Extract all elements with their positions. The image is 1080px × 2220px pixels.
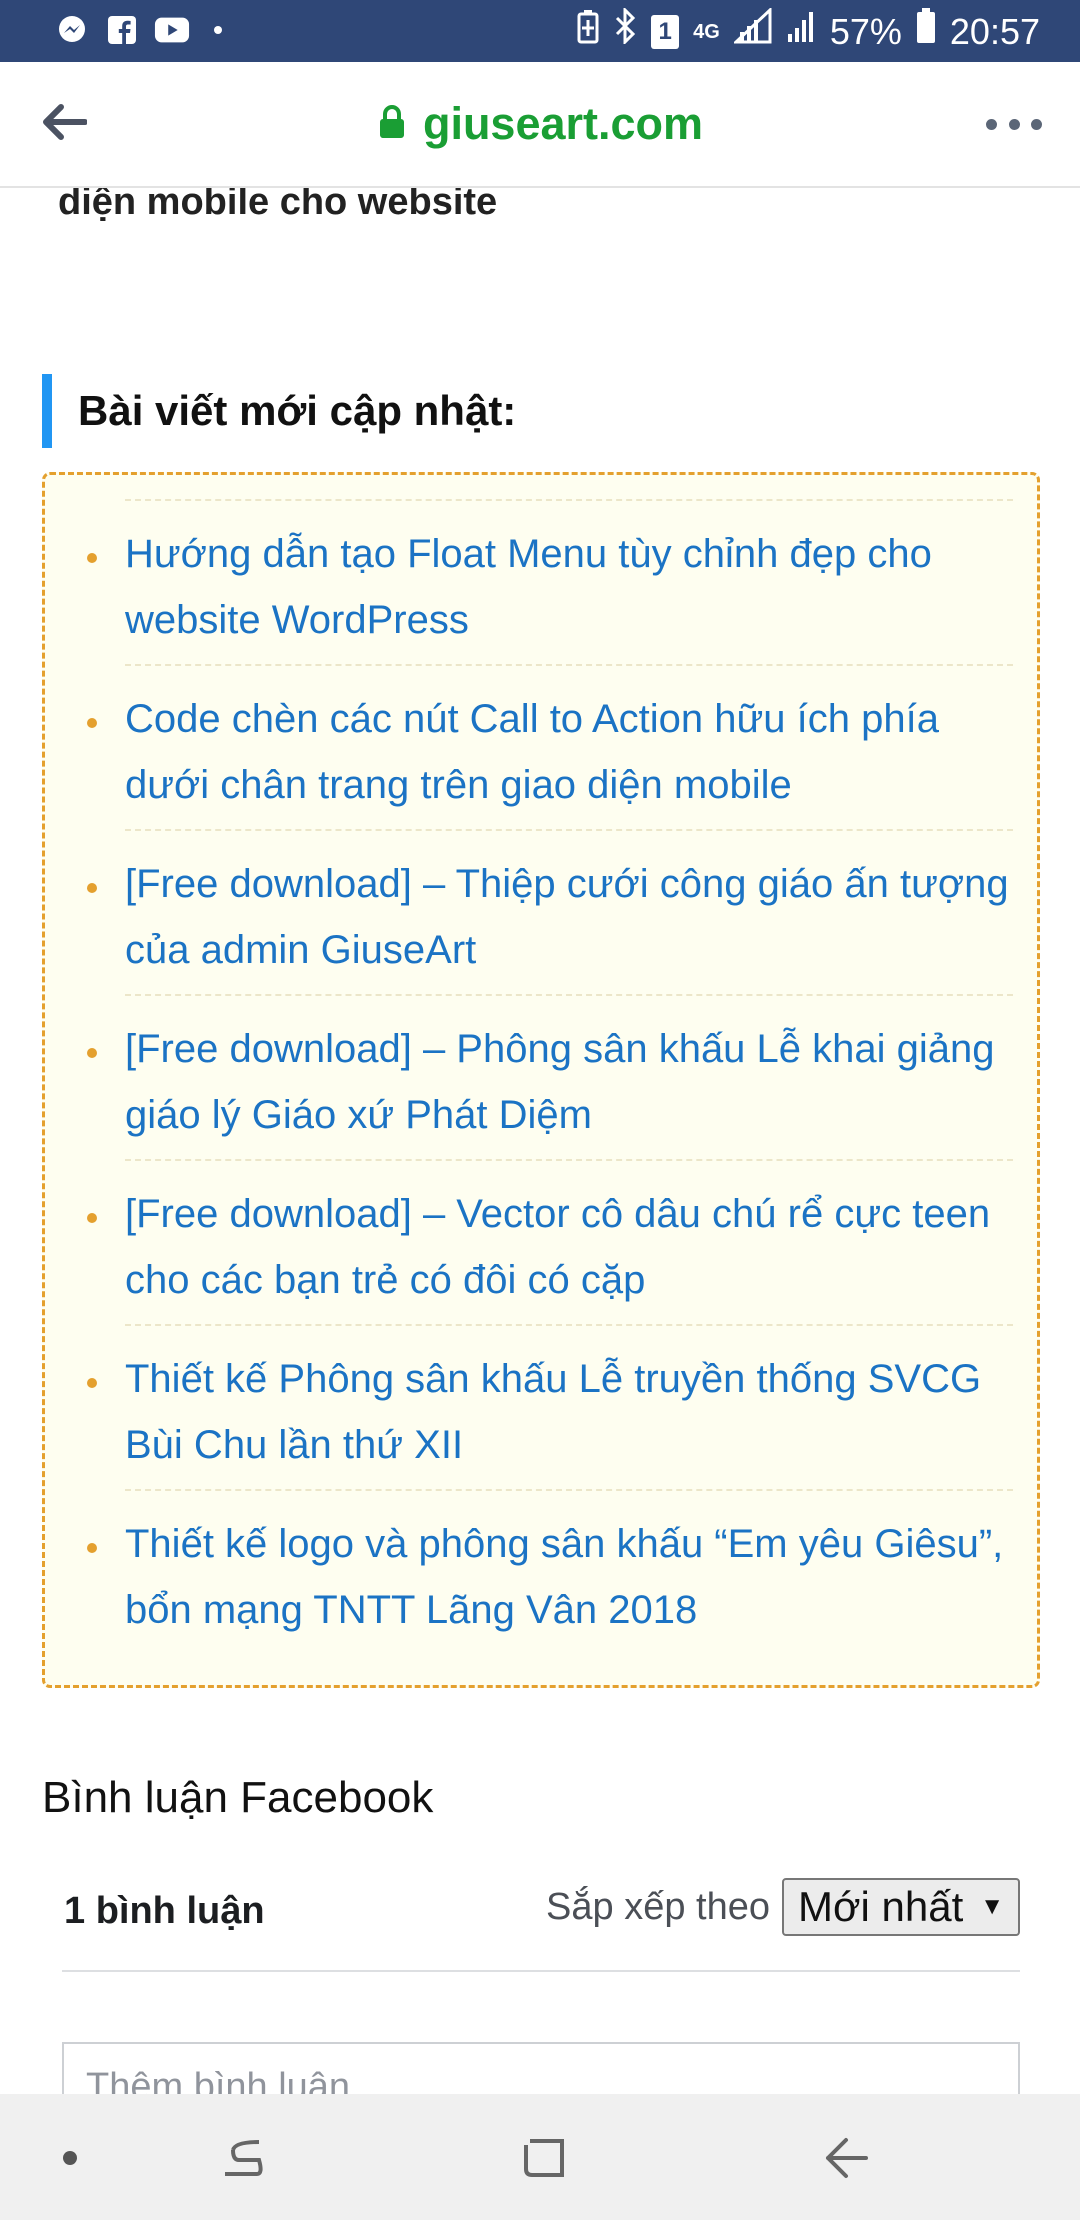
status-bar: 1 4G 57% 20:57 — [0, 0, 1080, 62]
system-nav-bar — [0, 2094, 1080, 2220]
youtube-icon — [154, 14, 190, 46]
recent-apps-icon — [219, 2136, 265, 2185]
comment-count: 1 bình luận — [64, 1890, 265, 1932]
signal-icon-2 — [786, 8, 816, 55]
comment-input[interactable]: Thêm bình luận... — [62, 2042, 1020, 2094]
sort-label: Sắp xếp theo — [546, 1885, 770, 1928]
update-link[interactable]: [Free download] – Thiệp cưới công giáo ấ… — [125, 851, 1013, 983]
clock: 20:57 — [949, 10, 1040, 52]
list-item: [Free download] – Thiệp cưới công giáo ấ… — [87, 829, 1013, 994]
recent-apps-button[interactable] — [212, 2132, 272, 2188]
bullet-icon — [87, 1378, 97, 1388]
notification-dot — [214, 26, 222, 34]
update-link[interactable]: Code chèn các nút Call to Action hữu ích… — [125, 686, 1013, 818]
back-button[interactable] — [816, 2132, 876, 2188]
network-label: 4G — [693, 20, 720, 43]
battery-icon — [916, 8, 936, 55]
update-link[interactable]: Hướng dẫn tạo Float Menu tùy chỉnh đẹp c… — [125, 521, 1013, 653]
bluetooth-icon — [613, 6, 637, 55]
more-dots-icon — [1008, 118, 1020, 130]
screen: 1 4G 57% 20:57 giuseart.com diện mobile … — [0, 0, 1080, 2220]
address-bar[interactable]: giuseart.com — [0, 98, 1080, 150]
update-link[interactable]: Thiết kế Phông sân khấu Lễ truyền thống … — [125, 1346, 1013, 1478]
lock-icon — [377, 104, 407, 145]
bullet-icon — [87, 1048, 97, 1058]
facebook-icon — [104, 14, 140, 46]
sim-icon: 1 — [651, 14, 680, 49]
browser-toolbar: giuseart.com — [0, 62, 1080, 188]
update-link[interactable]: [Free download] – Phông sân khấu Lễ khai… — [125, 1016, 1013, 1148]
status-bar-right: 1 4G 57% 20:57 — [577, 6, 1040, 55]
list-item: Code chèn các nút Call to Action hữu ích… — [87, 664, 1013, 829]
back-icon — [822, 2135, 870, 2186]
list-item: Hướng dẫn tạo Float Menu tùy chỉnh đẹp c… — [87, 499, 1013, 664]
bullet-icon — [87, 1213, 97, 1223]
updates-heading: Bài viết mới cập nhật: — [42, 374, 1022, 448]
bullet-icon — [87, 883, 97, 893]
signal-icon — [732, 6, 772, 55]
chevron-down-icon: ▼ — [980, 1893, 1004, 1920]
sort-select[interactable]: Mới nhất ▼ — [782, 1878, 1020, 1936]
browser-menu-button[interactable] — [986, 106, 1042, 142]
battery-percent: 57% — [829, 10, 902, 52]
bullet-icon — [87, 718, 97, 728]
facebook-comments-title: Bình luận Facebook — [42, 1773, 434, 1822]
bullet-icon — [87, 553, 97, 563]
bullet-icon — [87, 1543, 97, 1553]
list-item: Thiết kế Phông sân khấu Lễ truyền thống … — [87, 1324, 1013, 1489]
previous-article-title: diện mobile cho website — [58, 188, 498, 223]
update-link[interactable]: [Free download] – Vector cô dâu chú rể c… — [125, 1181, 1013, 1313]
more-dots-icon — [1031, 118, 1042, 130]
updates-box: Hướng dẫn tạo Float Menu tùy chỉnh đẹp c… — [42, 472, 1040, 1688]
more-dots-icon — [986, 118, 997, 130]
update-link[interactable]: Thiết kế logo và phông sân khấu “Em yêu … — [125, 1511, 1013, 1643]
url-text: giuseart.com — [422, 98, 704, 149]
dot-icon — [62, 2150, 78, 2171]
sort-control: Sắp xếp theo Mới nhất ▼ — [546, 1878, 1020, 1936]
home-button[interactable] — [514, 2132, 574, 2188]
page-content: diện mobile cho website Bài viết mới cập… — [0, 188, 1080, 2094]
messenger-icon — [54, 14, 90, 46]
battery-saver-icon — [577, 9, 599, 55]
home-icon — [520, 2135, 568, 2186]
comments-toolbar: 1 bình luận Sắp xếp theo Mới nhất ▼ — [62, 1878, 1020, 1972]
sort-selected-value: Mới nhất — [798, 1883, 964, 1930]
updates-list: Hướng dẫn tạo Float Menu tùy chỉnh đẹp c… — [45, 499, 1037, 1654]
list-item: [Free download] – Phông sân khấu Lễ khai… — [87, 994, 1013, 1159]
nav-dot-button[interactable] — [40, 2132, 100, 2188]
list-item: [Free download] – Vector cô dâu chú rể c… — [87, 1159, 1013, 1324]
status-bar-left — [54, 14, 222, 46]
list-item: Thiết kế logo và phông sân khấu “Em yêu … — [87, 1489, 1013, 1654]
